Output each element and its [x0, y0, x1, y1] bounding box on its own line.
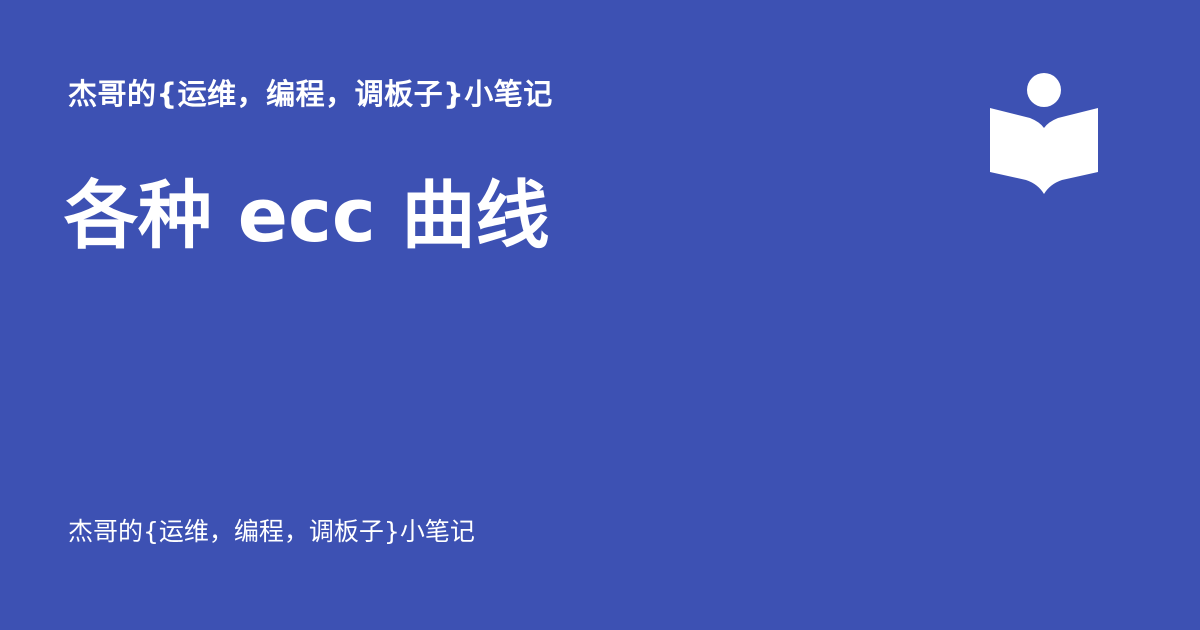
site-name-header: 杰哥的{运维，编程，调板子}小笔记 [68, 77, 553, 111]
site-name-footer: 杰哥的{运维，编程，调板子}小笔记 [68, 517, 475, 546]
social-card: 杰哥的{运维，编程，调板子}小笔记 各种 ecc 曲线 杰哥的{运维，编程，调板… [0, 0, 1200, 630]
page-title: 各种 ecc 曲线 [64, 173, 550, 259]
book-reader-icon [990, 73, 1098, 194]
